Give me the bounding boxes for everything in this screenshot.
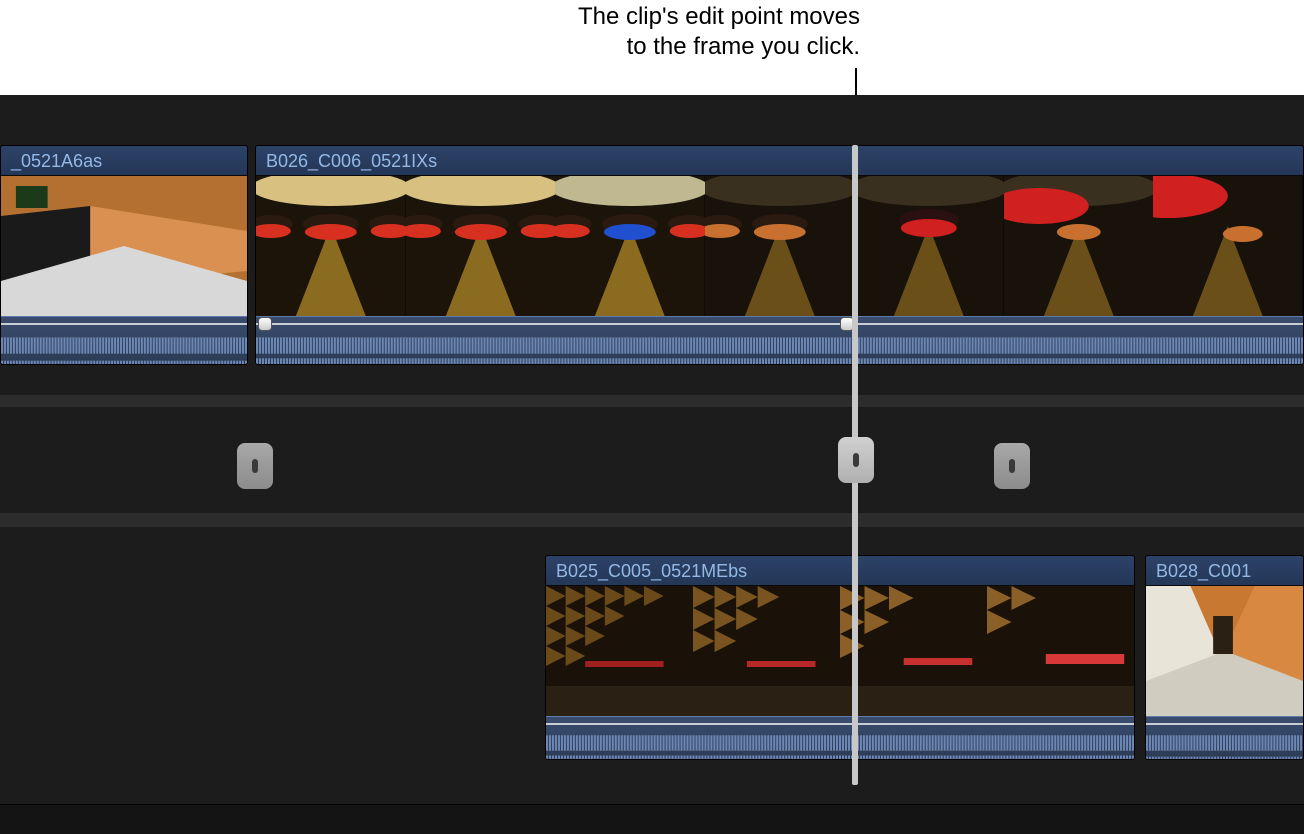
connector-row xyxy=(0,407,1304,515)
video-track-bottom[interactable]: B025_C005_0521MEbs xyxy=(0,555,1304,805)
thumbnail-frame xyxy=(1,176,247,316)
clip-thumbnails xyxy=(1146,586,1303,716)
clip-audio-waveform[interactable] xyxy=(546,716,1134,760)
thumbnail-frame xyxy=(693,586,840,716)
thumbnail-frame xyxy=(546,586,693,716)
waveform-icon xyxy=(546,721,1134,760)
thumbnail-frame xyxy=(1153,176,1303,316)
callout-leader-line xyxy=(855,68,857,96)
timeline-footer xyxy=(0,804,1304,834)
thumbnail-frame xyxy=(854,176,1004,316)
connection-handle[interactable] xyxy=(994,443,1030,489)
thumbnail-frame xyxy=(1146,586,1303,716)
clip-thumbnails xyxy=(256,176,1303,316)
thumbnail-frame xyxy=(840,586,987,716)
waveform-icon xyxy=(1146,721,1303,760)
track-divider xyxy=(0,513,1304,527)
thumbnail-frame xyxy=(555,176,705,316)
timeline-panel[interactable]: _0521A6as xyxy=(0,95,1304,834)
waveform-icon xyxy=(1,321,247,365)
thumbnail-frame xyxy=(1004,176,1154,316)
clip-title: B025_C005_0521MEbs xyxy=(546,556,1134,586)
thumbnail-frame xyxy=(987,586,1134,716)
thumbnail-frame xyxy=(256,176,406,316)
timeline-clip[interactable]: B028_C001 xyxy=(1145,555,1304,760)
timeline-clip[interactable]: B025_C005_0521MEbs xyxy=(545,555,1135,760)
thumbnail-frame xyxy=(406,176,556,316)
clip-audio-waveform[interactable] xyxy=(1146,716,1303,760)
clip-title: B026_C006_0521IXs xyxy=(256,146,1303,176)
connection-handle[interactable] xyxy=(237,443,273,489)
clip-thumbnails xyxy=(546,586,1134,716)
clip-title: B028_C001 xyxy=(1146,556,1303,586)
clip-title: _0521A6as xyxy=(1,146,247,176)
clip-audio-waveform[interactable] xyxy=(1,316,247,365)
timeline-clip[interactable]: _0521A6as xyxy=(0,145,248,365)
playhead-handle[interactable] xyxy=(838,437,874,483)
timeline-clip[interactable]: B026_C006_0521IXs xyxy=(255,145,1304,365)
annotation-line2: to the frame you click. xyxy=(627,33,860,60)
waveform-icon xyxy=(256,321,1303,365)
annotation-callout: The clip's edit point moves to the frame… xyxy=(0,2,860,62)
thumbnail-frame xyxy=(705,176,855,316)
clip-thumbnails xyxy=(1,176,247,316)
clip-audio-waveform[interactable] xyxy=(256,316,1303,365)
annotation-line1: The clip's edit point moves xyxy=(578,3,860,30)
